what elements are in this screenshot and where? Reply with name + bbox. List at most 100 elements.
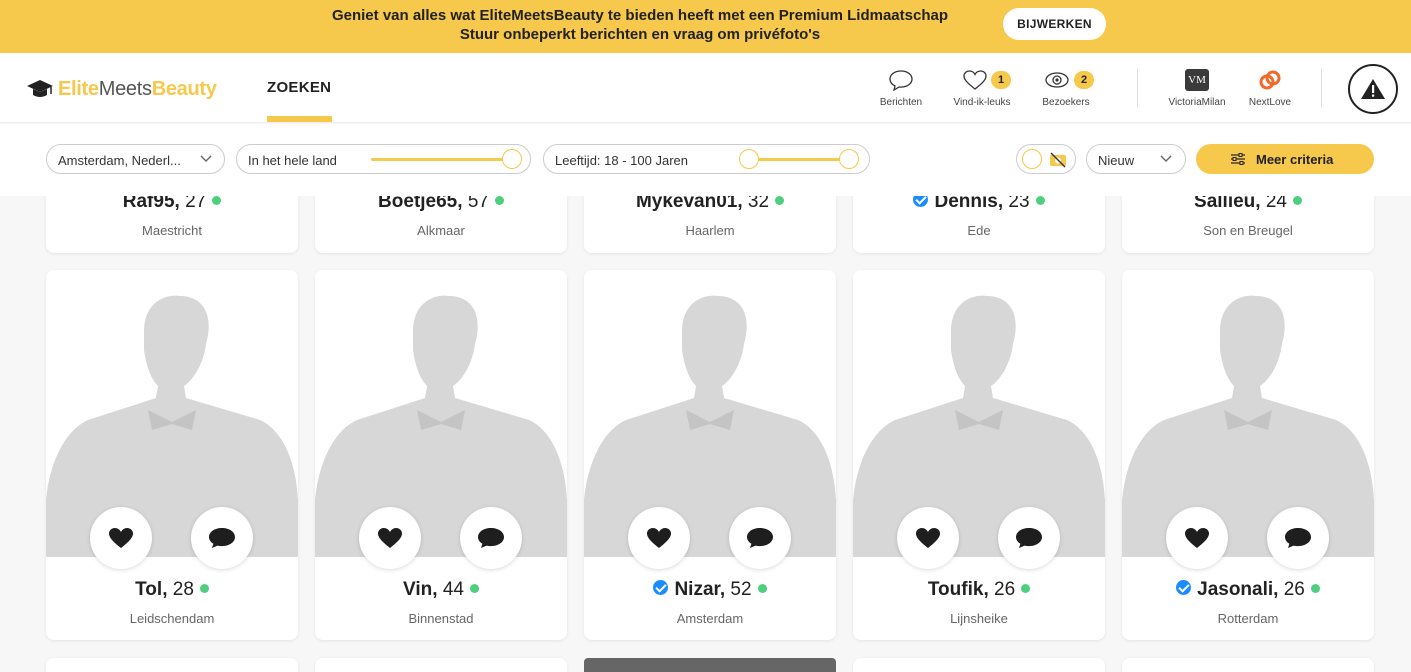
profile-name: Mykevan01, [635, 196, 743, 212]
distance-label: In het hele land [248, 153, 337, 168]
message-button[interactable] [998, 507, 1060, 569]
nav-nextlove[interactable]: NextLove [1244, 67, 1296, 108]
profile-photo-placeholder[interactable] [853, 270, 1105, 557]
like-button[interactable] [90, 507, 152, 569]
profile-city: Rotterdam [1217, 611, 1279, 626]
profile-card[interactable]: Tol, 28 Leidschendam [46, 270, 298, 640]
location-select[interactable]: Amsterdam, Nederl... [46, 144, 225, 174]
profile-card[interactable] [584, 658, 836, 672]
profile-age: 32 [747, 196, 770, 212]
message-button[interactable] [729, 507, 791, 569]
age-track [749, 158, 849, 161]
profile-city: Leidschendam [129, 611, 215, 626]
profile-name: Tol, [135, 579, 168, 600]
nav-visitors[interactable]: 2 Bezoekers [1036, 67, 1096, 108]
profile-card[interactable] [1122, 658, 1374, 672]
profile-city: Ede [967, 223, 991, 238]
graduation-cap-icon [27, 80, 53, 97]
message-button[interactable] [191, 507, 253, 569]
warning-icon [1361, 79, 1385, 99]
chevron-down-icon [200, 155, 212, 162]
logo[interactable]: EliteMeetsBeauty [25, 78, 217, 100]
online-status-dot [494, 196, 504, 205]
tab-search[interactable]: ZOEKEN [267, 53, 332, 123]
age-slider[interactable]: Leeftijd: 18 - 100 Jaren [543, 144, 870, 174]
like-button[interactable] [628, 507, 690, 569]
nav-messages[interactable]: Berichten [870, 67, 932, 108]
logo-part-meets: Meets [98, 77, 152, 100]
online-status-dot [1292, 196, 1302, 205]
distance-slider-handle[interactable] [502, 149, 522, 169]
tab-search-label: ZOEKEN [267, 79, 332, 96]
chat-bubble-icon [889, 70, 913, 91]
default-avatar-silhouette-icon [315, 295, 567, 557]
profile-name: Dennis, [934, 196, 1004, 212]
heart-filled-icon [647, 528, 671, 548]
sort-select[interactable]: Nieuw [1086, 144, 1186, 174]
online-status-dot [757, 584, 767, 593]
profile-age: 44 [442, 579, 464, 600]
profile-name-line: Toufik, 26 [853, 579, 1105, 601]
profile-card[interactable] [315, 658, 567, 672]
verified-badge-icon [913, 196, 929, 207]
message-button[interactable] [460, 507, 522, 569]
profile-card[interactable] [46, 658, 298, 672]
heart-filled-icon [109, 528, 133, 548]
chat-filled-icon [478, 528, 504, 548]
message-button[interactable] [1267, 507, 1329, 569]
banner-line-1: Geniet van alles wat EliteMeetsBeauty te… [331, 7, 949, 24]
age-max-handle[interactable] [839, 149, 859, 169]
more-criteria-button[interactable]: Meer criteria [1196, 144, 1374, 174]
eye-icon [1045, 72, 1069, 88]
upgrade-button[interactable]: BIJWERKEN [1003, 8, 1106, 40]
victoriamilan-logo-icon: VM [1185, 69, 1209, 91]
nav-likes[interactable]: 1 Vind-ik-leuks [946, 67, 1018, 108]
default-avatar-silhouette-icon [46, 295, 298, 557]
age-min-handle[interactable] [739, 149, 759, 169]
nextlove-logo-icon [1259, 70, 1281, 90]
online-status-dot [775, 196, 785, 205]
profile-card[interactable]: Jasonali, 26 Rotterdam [1122, 270, 1374, 640]
profile-card[interactable]: Boetje65, 57 Alkmaar [315, 196, 567, 253]
profile-photo-placeholder[interactable] [46, 270, 298, 557]
heart-filled-icon [378, 528, 402, 548]
banner-line-2: Stuur onbeperkt berichten en vraag om pr… [459, 26, 821, 43]
profile-card[interactable]: Raf95, 27 Maestricht [46, 196, 298, 253]
profile-photo-placeholder[interactable] [315, 270, 567, 557]
sliders-icon [1231, 153, 1245, 165]
default-avatar-silhouette-icon [1122, 295, 1374, 557]
profile-card[interactable]: Dennis, 23 Ede [853, 196, 1105, 253]
like-button[interactable] [1166, 507, 1228, 569]
chat-filled-icon [209, 528, 235, 548]
like-button[interactable] [359, 507, 421, 569]
distance-slider[interactable]: In het hele land [236, 144, 531, 174]
like-button[interactable] [897, 507, 959, 569]
more-criteria-label: Meer criteria [1256, 152, 1334, 167]
toggle-knob [1022, 149, 1042, 169]
heart-icon [963, 70, 987, 90]
profile-city: Son en Breugel [1203, 223, 1293, 238]
profile-card[interactable] [853, 658, 1105, 672]
default-avatar-silhouette-icon [853, 295, 1105, 557]
profile-card[interactable]: Sallieu, 24 Son en Breugel [1122, 196, 1374, 253]
visitors-badge: 2 [1074, 71, 1094, 89]
profile-card[interactable]: Toufik, 26 Lijnsheike [853, 270, 1105, 640]
profile-photo-placeholder[interactable] [1122, 270, 1374, 557]
profile-card[interactable]: Mykevan01, 32 Haarlem [584, 196, 836, 253]
nav-divider [1137, 69, 1138, 107]
profile-photo-placeholder[interactable] [584, 270, 836, 557]
chat-filled-icon [747, 528, 773, 548]
profile-name: Toufik, [927, 579, 989, 600]
profile-name: Boetje65, [378, 196, 463, 212]
profile-name-line: Vin, 44 [315, 579, 567, 601]
profile-card[interactable]: Vin, 44 Binnenstad [315, 270, 567, 640]
user-avatar[interactable] [1348, 64, 1398, 114]
online-status-dot [199, 584, 209, 593]
photo-filter-toggle[interactable] [1016, 144, 1076, 174]
profile-card[interactable]: Nizar, 52 Amsterdam [584, 270, 836, 640]
nav-divider [1321, 69, 1322, 107]
profile-age: 26 [1283, 579, 1305, 600]
nav-victoriamilan[interactable]: VM VictoriaMilan [1163, 67, 1231, 108]
nav-likes-label: Vind-ik-leuks [953, 97, 1011, 108]
chat-filled-icon [1016, 528, 1042, 548]
